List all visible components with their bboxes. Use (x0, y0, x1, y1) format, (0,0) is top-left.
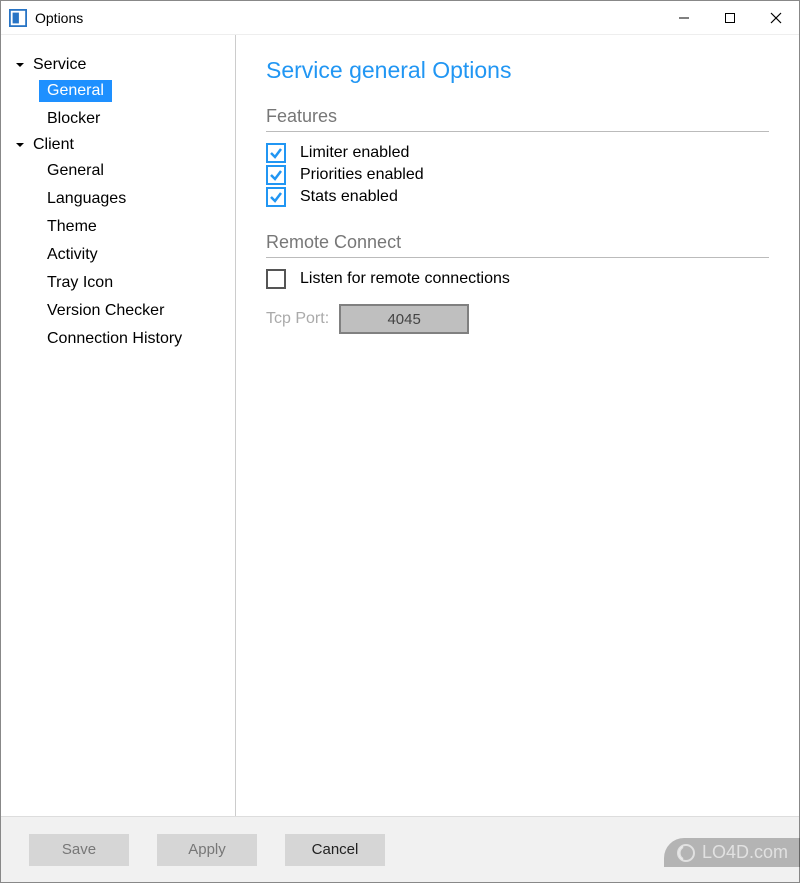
maximize-button[interactable] (707, 1, 753, 35)
tree-item-tray-icon[interactable]: Tray Icon (9, 269, 227, 297)
cancel-button[interactable]: Cancel (285, 834, 385, 866)
close-button[interactable] (753, 1, 799, 35)
window-title: Options (35, 10, 83, 26)
feature-checkbox[interactable] (266, 187, 286, 207)
tree-item-languages[interactable]: Languages (9, 185, 227, 213)
main-area: Service General Blocker Client General Langua… (1, 35, 799, 816)
feature-row[interactable]: Stats enabled (266, 186, 769, 208)
page-title: Service general Options (266, 57, 769, 84)
tree-item-label: Blocker (39, 108, 108, 130)
section-title-features: Features (266, 106, 769, 132)
tree-group-service[interactable]: Service (9, 53, 227, 77)
tree-item-label: Theme (39, 216, 105, 238)
listen-remote-label: Listen for remote connections (300, 270, 510, 288)
tree-item-label: General (39, 160, 112, 182)
feature-row[interactable]: Priorities enabled (266, 164, 769, 186)
chevron-down-icon (13, 138, 27, 152)
tcp-port-input[interactable] (339, 304, 469, 334)
feature-label: Priorities enabled (300, 166, 424, 184)
sidebar: Service General Blocker Client General Langua… (1, 35, 236, 816)
app-icon (9, 9, 27, 27)
feature-row[interactable]: Limiter enabled (266, 142, 769, 164)
tree-group-client[interactable]: Client (9, 133, 227, 157)
tcp-port-row: Tcp Port: (266, 304, 769, 334)
tree-item-label: General (39, 80, 112, 102)
tree-item-activity[interactable]: Activity (9, 241, 227, 269)
tree-item-theme[interactable]: Theme (9, 213, 227, 241)
tree-item-version-checker[interactable]: Version Checker (9, 297, 227, 325)
button-bar: Save Apply Cancel (1, 816, 799, 882)
section-title-remote: Remote Connect (266, 232, 769, 258)
remote-section: Listen for remote connections Tcp Port: (266, 258, 769, 358)
tree-item-label: Version Checker (39, 300, 172, 322)
tree-item-label: Activity (39, 244, 106, 266)
tree-item-general[interactable]: General (9, 77, 227, 105)
tree-item-general[interactable]: General (9, 157, 227, 185)
chevron-down-icon (13, 58, 27, 72)
tree-group-label: Service (33, 56, 86, 74)
listen-remote-row[interactable]: Listen for remote connections (266, 268, 769, 290)
tree-item-label: Languages (39, 188, 134, 210)
titlebar: Options (1, 1, 799, 35)
tree-item-label: Tray Icon (39, 272, 121, 294)
tree-item-connection-history[interactable]: Connection History (9, 325, 227, 353)
content-pane: Service general Options Features Limiter… (236, 35, 799, 816)
apply-button[interactable]: Apply (157, 834, 257, 866)
feature-label: Limiter enabled (300, 144, 409, 162)
feature-label: Stats enabled (300, 188, 398, 206)
tree-item-label: Connection History (39, 328, 190, 350)
listen-remote-checkbox[interactable] (266, 269, 286, 289)
minimize-button[interactable] (661, 1, 707, 35)
tree-item-blocker[interactable]: Blocker (9, 105, 227, 133)
feature-checkbox[interactable] (266, 165, 286, 185)
tcp-port-label: Tcp Port: (266, 310, 329, 328)
tree-group-label: Client (33, 136, 74, 154)
feature-checkbox[interactable] (266, 143, 286, 163)
features-section: Limiter enabled Priorities enabled Stats e… (266, 132, 769, 232)
save-button[interactable]: Save (29, 834, 129, 866)
